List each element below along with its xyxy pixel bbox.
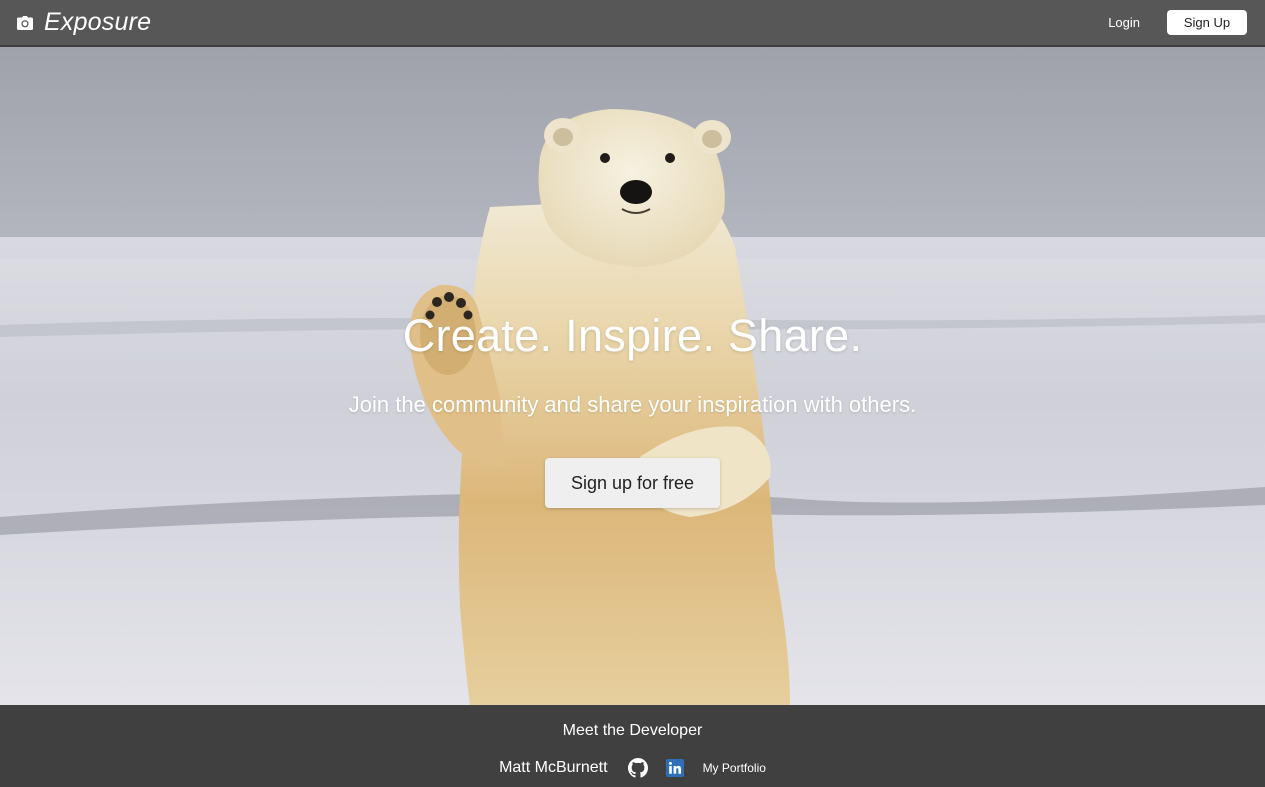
nav-actions: Login Sign Up	[1108, 10, 1247, 35]
login-link[interactable]: Login	[1108, 15, 1140, 30]
signup-free-button[interactable]: Sign up for free	[545, 458, 720, 508]
camera-icon	[17, 15, 33, 30]
top-navbar: Exposure Login Sign Up	[0, 0, 1265, 47]
developer-links: Matt McBurnett My Portfolio	[499, 758, 766, 778]
footer: Meet the Developer Matt McBurnett My Por…	[0, 705, 1265, 787]
linkedin-icon[interactable]	[665, 759, 684, 777]
brand-logo[interactable]: Exposure	[17, 8, 151, 37]
hero-section: Create. Inspire. Share. Join the communi…	[0, 47, 1265, 705]
hero-title: Create. Inspire. Share.	[402, 310, 863, 361]
hero-subtitle: Join the community and share your inspir…	[348, 392, 917, 417]
hero-content: Create. Inspire. Share. Join the communi…	[0, 47, 1265, 705]
portfolio-link[interactable]: My Portfolio	[703, 761, 766, 775]
footer-heading: Meet the Developer	[562, 722, 703, 739]
github-icon[interactable]	[627, 758, 648, 778]
brand-name: Exposure	[44, 8, 152, 36]
developer-name: Matt McBurnett	[499, 759, 608, 776]
signup-button[interactable]: Sign Up	[1167, 10, 1247, 35]
